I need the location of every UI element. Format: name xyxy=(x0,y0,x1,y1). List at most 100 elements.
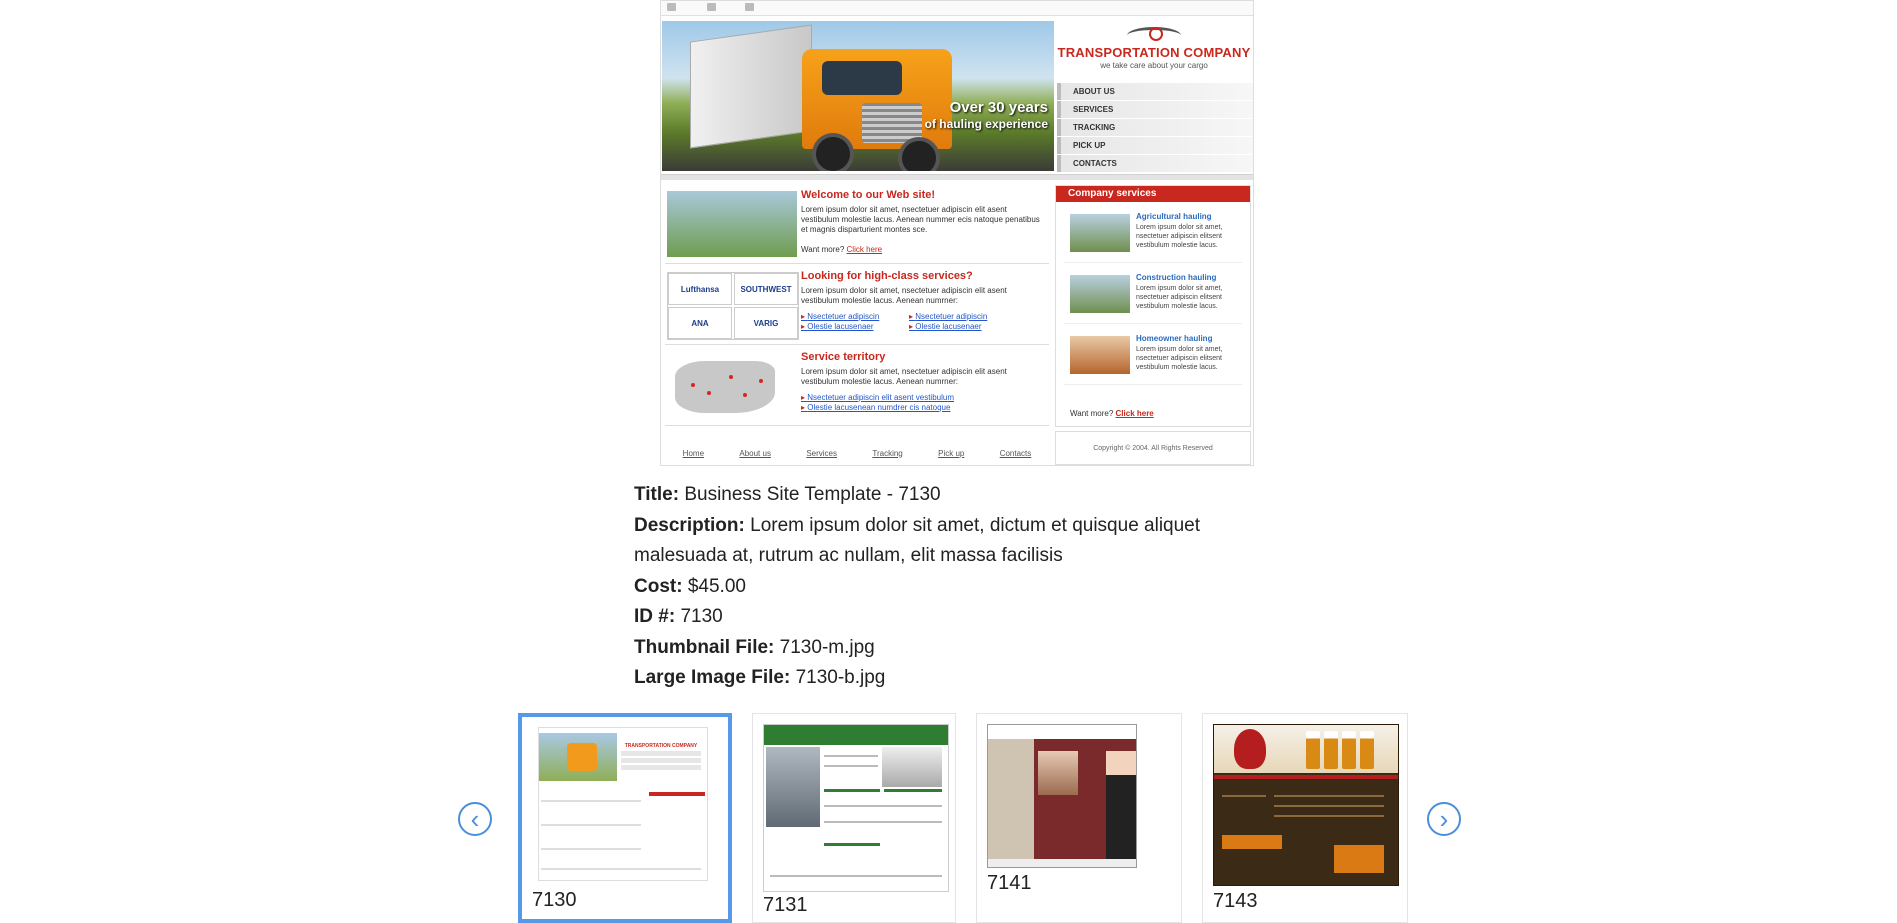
thumb-hero xyxy=(539,733,617,781)
beer-badge-icon xyxy=(1234,729,1266,769)
preview-footer-nav: Home About us Services Tracking Pick up … xyxy=(665,445,1049,461)
map-marker xyxy=(729,375,733,379)
carousel-item-7141[interactable]: 7141 xyxy=(976,713,1182,923)
partner-logo: VARIG xyxy=(734,307,798,339)
thumb-footer xyxy=(988,859,1136,867)
thumbnail-image xyxy=(763,724,949,892)
footer-nav-item: About us xyxy=(739,448,771,458)
thumb-building xyxy=(766,747,820,827)
thumbnail-image: TRANSPORTATION COMPANY xyxy=(538,727,708,881)
footer-nav-item: Services xyxy=(806,448,837,458)
beer-mug-icon xyxy=(1342,731,1356,769)
map-marker xyxy=(707,391,711,395)
thumb-menu-row xyxy=(621,751,701,756)
click-here-label: Click here xyxy=(1115,409,1154,418)
detail-thumbnail-file: Thumbnail File: 7130-m.jpg xyxy=(634,633,1254,664)
detail-label: Thumbnail File: xyxy=(634,636,775,658)
services-link: Olestie lacusenaer xyxy=(909,322,981,331)
thumb-menu-row xyxy=(621,765,701,770)
detail-value: 7130-m.jpg xyxy=(779,636,875,658)
carousel-next-button[interactable]: › xyxy=(1427,802,1461,836)
thumb-red-bar xyxy=(649,792,705,796)
hero-line2: of hauling experience xyxy=(924,117,1048,131)
footer-nav-item: Contacts xyxy=(999,448,1032,458)
want-more-link: Want more? Click here xyxy=(801,245,882,254)
thumb-people xyxy=(882,747,942,787)
detail-value: 7130 xyxy=(680,606,723,627)
thumb-line xyxy=(1274,805,1384,807)
services-text: Lorem ipsum dolor sit amet, nsectetuer a… xyxy=(801,286,1007,305)
preview-divider xyxy=(661,174,1253,180)
thumb-line xyxy=(824,765,878,767)
thumb-businessman xyxy=(1106,751,1136,861)
carousel-item-7130[interactable]: TRANSPORTATION COMPANY 7130 xyxy=(518,713,732,923)
service-item: Homeowner hauling Lorem ipsum dolor sit … xyxy=(1064,324,1242,385)
beer-mug-icon xyxy=(1360,731,1374,769)
service-text: Lorem ipsum dolor sit amet, nsectetuer a… xyxy=(1136,285,1223,310)
truck-wheel xyxy=(898,137,940,171)
thumb-line xyxy=(1274,795,1384,797)
thumb-sidebar xyxy=(988,739,1034,867)
carousel-item-id: 7141 xyxy=(987,872,1032,894)
preview-menu-item: CONTACTS xyxy=(1057,155,1253,172)
service-image xyxy=(1070,336,1130,374)
detail-label: Title: xyxy=(634,484,680,505)
carousel-item-7143[interactable]: 7143 xyxy=(1202,713,1408,923)
detail-value: 7130-b.jpg xyxy=(795,667,886,688)
territory-text: Lorem ipsum dolor sit amet, nsectetuer a… xyxy=(801,367,1007,386)
service-title: Homeowner hauling xyxy=(1136,334,1213,343)
thumb-line xyxy=(770,875,942,877)
detail-label: ID #: xyxy=(634,606,676,627)
preview-company-services: Company services Agricultural hauling Lo… xyxy=(1055,185,1251,427)
beer-mug-icon xyxy=(1306,731,1320,769)
detail-title: Title: Business Site Template - 7130 xyxy=(634,480,1254,511)
territory-link: Olestie lacusenean numdrer cis natoque xyxy=(801,403,950,412)
preview-truck-image xyxy=(667,191,797,257)
thumb-line xyxy=(1274,815,1384,817)
service-item: Agricultural hauling Lorem ipsum dolor s… xyxy=(1064,202,1242,263)
service-image xyxy=(1070,275,1130,313)
thumbnail-image xyxy=(1213,724,1399,886)
detail-id: ID #: 7130 xyxy=(634,602,1254,633)
map-shape xyxy=(675,361,775,413)
service-item: Construction hauling Lorem ipsum dolor s… xyxy=(1064,263,1242,324)
template-details: Title: Business Site Template - 7130 Des… xyxy=(634,480,1254,694)
chevron-left-icon: ‹ xyxy=(470,804,480,834)
services-link: Olestie lacusenaer xyxy=(801,322,873,331)
truck-wheel xyxy=(812,133,854,171)
beer-mug-icon xyxy=(1324,731,1338,769)
thumb-green-bar xyxy=(824,843,880,846)
territory-heading: Service territory xyxy=(801,351,886,363)
thumb-orange-block xyxy=(1334,845,1384,873)
preview-copyright: Copyright © 2004. All Rights Reserved xyxy=(1055,431,1251,465)
thumbnail-image xyxy=(987,724,1137,868)
preview-welcome-block: Welcome to our Web site! Lorem ipsum dol… xyxy=(665,185,1049,264)
sitemap-icon xyxy=(745,3,754,11)
thumb-line xyxy=(1222,795,1266,797)
preview-territory-block: Service territory Lorem ipsum dolor sit … xyxy=(665,347,1049,426)
carousel-item-id: 7131 xyxy=(763,894,808,916)
footer-nav-item: Home xyxy=(682,448,705,458)
services-link: Nsectetuer adipiscin xyxy=(909,312,987,321)
thumb-nav xyxy=(1214,775,1398,779)
footer-nav-item: Tracking xyxy=(872,448,903,458)
territory-link: Nsectetuer adipiscin elit asent vestibul… xyxy=(801,393,954,402)
carousel-prev-button[interactable]: ‹ xyxy=(458,802,492,836)
partner-logos: Lufthansa SOUTHWEST ANA VARIG xyxy=(667,272,799,340)
footer-nav-item: Pick up xyxy=(938,448,965,458)
preview-tagline: we take care about your cargo xyxy=(1100,61,1208,70)
carousel-item-7131[interactable]: 7131 xyxy=(752,713,956,923)
thumb-line xyxy=(541,868,701,870)
logo-icon xyxy=(1127,27,1181,44)
service-text: Lorem ipsum dolor sit amet, nsectetuer a… xyxy=(1136,346,1223,371)
thumb-line xyxy=(824,821,942,823)
preview-services-block: Lufthansa SOUTHWEST ANA VARIG Looking fo… xyxy=(665,266,1049,345)
detail-cost: Cost: $45.00 xyxy=(634,572,1254,603)
detail-large-image-file: Large Image File: 7130-b.jpg xyxy=(634,663,1254,694)
thumb-line xyxy=(824,755,878,757)
usa-map-image xyxy=(667,353,797,419)
thumb-header: TRANSPORTATION COMPANY xyxy=(621,733,701,781)
home-icon xyxy=(667,3,676,11)
preview-menu-item: ABOUT US xyxy=(1057,83,1253,100)
template-preview-image: Over 30 years of hauling experience TRAN… xyxy=(660,0,1254,466)
